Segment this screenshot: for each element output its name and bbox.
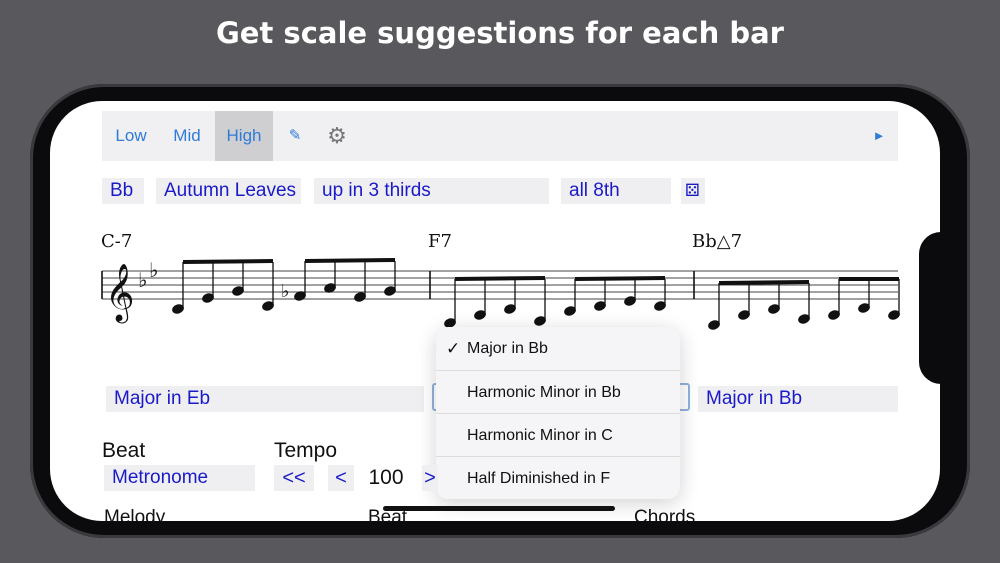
note-beam (574, 276, 666, 281)
toolbar: Low Mid High ✎ ⚙ ► (102, 111, 898, 161)
beat-label: Beat (102, 439, 146, 462)
dropdown-item-half-diminished-f[interactable]: Half Diminished in F (436, 456, 680, 499)
dropdown-item-label: Half Diminished in F (467, 470, 611, 487)
dropdown-item-label: Harmonic Minor in C (467, 427, 613, 444)
scale-selector-bar-1[interactable]: Major in Eb (106, 386, 424, 412)
note-beam (182, 259, 274, 264)
scale-selector-bar-3[interactable]: Major in Bb (698, 386, 898, 412)
note-beam (718, 280, 810, 285)
dropdown-item-harmonic-minor-c[interactable]: Harmonic Minor in C (436, 413, 680, 456)
range-mid-button[interactable]: Mid (162, 111, 212, 161)
settings-gear-icon[interactable]: ⚙ (322, 111, 352, 161)
app-screen: Low Mid High ✎ ⚙ ► Bb Autumn Leaves up i… (50, 101, 940, 521)
flat-sign-icon: ♭ (138, 268, 147, 292)
checkmark-icon: ✓ (446, 339, 461, 358)
svg-text:♭: ♭ (281, 281, 290, 302)
tempo-value: 100 (368, 466, 404, 489)
tune-selector[interactable]: Autumn Leaves (156, 178, 301, 204)
range-high-button[interactable]: High (215, 111, 273, 161)
flat-sign-icon: ♭ (149, 258, 158, 282)
scale-dropdown-menu: ✓ Major in Bb Harmonic Minor in Bb Harmo… (436, 327, 680, 499)
tempo-decrease-button[interactable]: < (328, 465, 354, 491)
chords-label: Chords (634, 507, 696, 521)
tempo-label: Tempo (274, 439, 338, 462)
note-beam (304, 258, 396, 263)
dropdown-item-major-bb[interactable]: ✓ Major in Bb (436, 327, 680, 370)
key-selector[interactable]: Bb (102, 178, 144, 204)
dice-icon[interactable]: ⚄ (681, 178, 705, 204)
chord-symbol-bar-3: Bb△7 (692, 231, 743, 252)
pencil-icon[interactable]: ✎ (282, 111, 308, 161)
treble-clef-icon: 𝄞 (105, 263, 135, 324)
home-indicator (383, 506, 615, 511)
camera-notch (919, 232, 963, 384)
rhythm-selector[interactable]: all 8th (561, 178, 671, 204)
play-icon[interactable]: ► (866, 111, 892, 161)
pattern-selector[interactable]: up in 3 thirds (314, 178, 549, 204)
dropdown-item-label: Harmonic Minor in Bb (467, 384, 621, 401)
chord-symbol-bar-2: F7 (428, 231, 452, 252)
tempo-rewind-button[interactable]: << (274, 465, 314, 491)
tempo-increase-button[interactable]: > (422, 465, 438, 491)
dropdown-item-harmonic-minor-bb[interactable]: Harmonic Minor in Bb (436, 370, 680, 413)
range-low-button[interactable]: Low (106, 111, 156, 161)
melody-label: Melody (104, 507, 166, 521)
dropdown-item-label: Major in Bb (467, 340, 548, 357)
beat-selector[interactable]: Metronome (104, 465, 255, 491)
headline: Get scale suggestions for each bar (216, 16, 784, 50)
chord-symbol-bar-1: C-7 (101, 231, 133, 252)
note-beam (454, 276, 546, 281)
